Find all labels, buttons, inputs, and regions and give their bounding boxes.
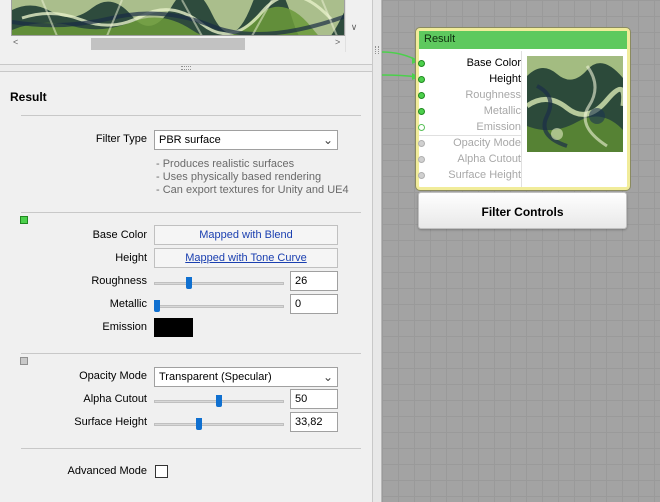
- node-separator: [521, 51, 522, 187]
- port-group-divider: [419, 135, 521, 136]
- group-status-indicator[interactable]: [20, 216, 28, 224]
- slider-thumb[interactable]: [196, 418, 202, 430]
- scroll-left-arrow-icon[interactable]: <: [13, 37, 18, 47]
- port-label: Alpha Cutout: [457, 153, 521, 165]
- node-port-height[interactable]: Height: [421, 73, 521, 85]
- filter-controls-node[interactable]: Filter Controls: [418, 192, 627, 229]
- group-status-indicator[interactable]: [20, 357, 28, 365]
- filter-type-label: Filter Type: [95, 133, 147, 145]
- port-label: Opacity Mode: [453, 137, 521, 149]
- divider: [21, 353, 361, 354]
- port-connector-icon[interactable]: [418, 172, 425, 179]
- preview-splitter[interactable]: [0, 64, 372, 72]
- slider-thumb[interactable]: [154, 300, 160, 312]
- chevron-down-icon: ⌄: [322, 370, 333, 384]
- filter-type-dropdown[interactable]: PBR surface ⌄: [154, 130, 338, 150]
- texture-preview-area: ∨ < >: [0, 0, 372, 64]
- node-port-alpha-cutout[interactable]: Alpha Cutout: [421, 153, 521, 165]
- opacity-mode-label: Opacity Mode: [79, 370, 147, 382]
- base-color-label: Base Color: [92, 229, 147, 241]
- alpha-cutout-slider[interactable]: [154, 395, 284, 407]
- slider-track: [154, 305, 284, 308]
- scroll-right-arrow-icon[interactable]: >: [335, 37, 340, 47]
- result-node[interactable]: Result Base Color Height Roughness Metal…: [416, 28, 630, 190]
- node-title: Result: [419, 31, 627, 49]
- divider: [21, 115, 361, 116]
- port-label: Metallic: [483, 105, 521, 117]
- opacity-mode-value: Transparent (Specular): [159, 371, 272, 383]
- port-label: Height: [489, 73, 521, 85]
- splitter-grip-icon: [375, 46, 379, 54]
- chevron-down-icon: ⌄: [322, 133, 333, 147]
- surface-height-input[interactable]: 33,82: [290, 412, 338, 432]
- height-label: Height: [115, 252, 147, 264]
- emission-label: Emission: [102, 321, 147, 333]
- slider-track: [154, 423, 284, 426]
- advanced-mode-label: Advanced Mode: [67, 465, 148, 477]
- height-mapping-button[interactable]: Mapped with Tone Curve: [154, 248, 338, 268]
- port-connector-icon[interactable]: [418, 108, 425, 115]
- filter-description-line: - Produces realistic surfaces: [156, 158, 295, 170]
- advanced-mode-checkbox[interactable]: [155, 465, 168, 478]
- node-graph-canvas[interactable]: Result Base Color Height Roughness Metal…: [381, 0, 660, 502]
- node-port-base-color[interactable]: Base Color: [421, 57, 521, 69]
- roughness-slider[interactable]: [154, 277, 284, 289]
- filter-type-value: PBR surface: [159, 134, 221, 146]
- slider-thumb[interactable]: [186, 277, 192, 289]
- port-label: Emission: [476, 121, 521, 133]
- slider-thumb[interactable]: [216, 395, 222, 407]
- divider: [21, 448, 361, 449]
- preview-horizontal-scrollbar[interactable]: < >: [11, 36, 345, 52]
- properties-panel: ∨ < > Result Filter Type PBR surface ⌄ -…: [0, 0, 372, 502]
- port-connector-icon[interactable]: [418, 92, 425, 99]
- port-label: Roughness: [465, 89, 521, 101]
- node-port-opacity-mode[interactable]: Opacity Mode: [421, 137, 521, 149]
- splitter-grip-icon: [181, 66, 191, 70]
- base-color-mapping-button[interactable]: Mapped with Blend: [154, 225, 338, 245]
- roughness-label: Roughness: [91, 275, 147, 287]
- surface-height-label: Surface Height: [74, 416, 147, 428]
- port-label: Base Color: [466, 57, 521, 69]
- metallic-slider[interactable]: [154, 300, 284, 312]
- texture-preview-image: [12, 0, 344, 35]
- port-label: Surface Height: [448, 169, 521, 181]
- port-connector-icon[interactable]: [418, 76, 425, 83]
- node-port-surface-height[interactable]: Surface Height: [421, 169, 521, 181]
- horizontal-scroll-thumb[interactable]: [91, 38, 245, 50]
- preview-vertical-scrollbar[interactable]: ∨: [345, 0, 361, 52]
- filter-description-line: - Can export textures for Unity and UE4: [156, 184, 349, 196]
- divider: [21, 212, 361, 213]
- alpha-cutout-input[interactable]: 50: [290, 389, 338, 409]
- node-port-emission[interactable]: Emission: [421, 121, 521, 133]
- section-title: Result: [10, 90, 47, 104]
- texture-preview[interactable]: [11, 0, 345, 36]
- metallic-label: Metallic: [109, 298, 147, 310]
- emission-color-swatch[interactable]: [154, 318, 193, 337]
- surface-height-slider[interactable]: [154, 418, 284, 430]
- panel-splitter[interactable]: [372, 0, 382, 502]
- slider-track: [154, 282, 284, 285]
- port-connector-icon[interactable]: [418, 156, 425, 163]
- node-result-thumbnail: [527, 56, 623, 152]
- port-connector-icon[interactable]: [418, 140, 425, 147]
- metallic-input[interactable]: 0: [290, 294, 338, 314]
- port-connector-icon[interactable]: [418, 124, 425, 131]
- node-port-roughness[interactable]: Roughness: [421, 89, 521, 101]
- alpha-cutout-label: Alpha Cutout: [83, 393, 147, 405]
- node-port-metallic[interactable]: Metallic: [421, 105, 521, 117]
- port-connector-icon[interactable]: [418, 60, 425, 67]
- roughness-input[interactable]: 26: [290, 271, 338, 291]
- opacity-mode-dropdown[interactable]: Transparent (Specular) ⌄: [154, 367, 338, 387]
- filter-description-line: - Uses physically based rendering: [156, 171, 322, 183]
- scroll-down-arrow-icon[interactable]: ∨: [346, 22, 362, 33]
